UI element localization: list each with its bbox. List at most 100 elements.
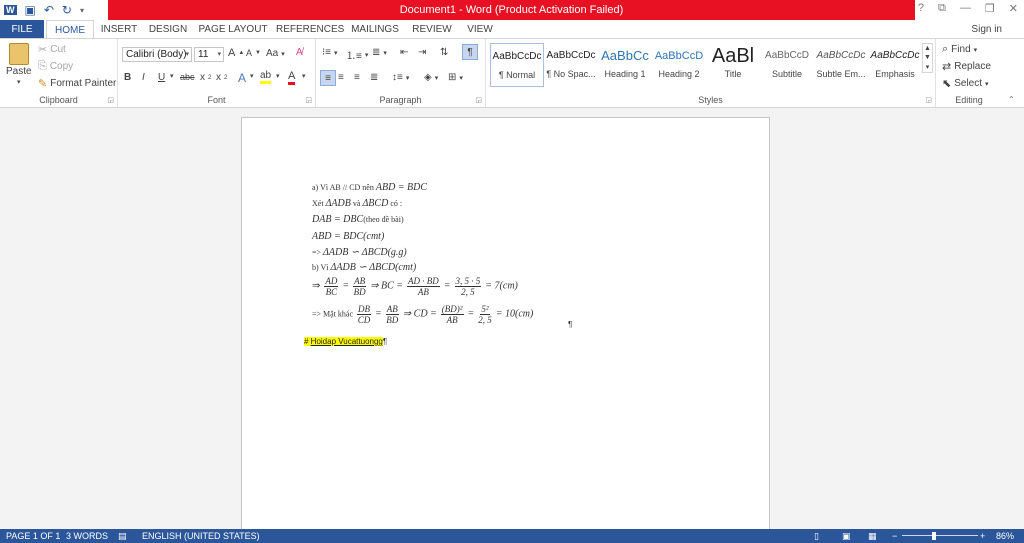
help-icon[interactable]: ?: [918, 2, 924, 15]
numbering-icon[interactable]: ⒈≡ ▾: [346, 47, 368, 62]
zoom-level[interactable]: 86%: [996, 529, 1014, 543]
dialog-launcher-icon[interactable]: ◲: [107, 96, 114, 104]
tab-page-layout[interactable]: PAGE LAYOUT: [198, 20, 268, 39]
customize-qat-icon[interactable]: ▾: [80, 6, 84, 15]
zoom-slider-track[interactable]: [902, 535, 978, 536]
underline-icon[interactable]: U: [158, 72, 165, 83]
italic-icon[interactable]: I: [142, 72, 145, 83]
select-button[interactable]: ⬉ Select ▾: [942, 77, 989, 90]
line-8: => Mặt khác DB CD = AB BD ⇒ CD = (BD)² AB =…: [312, 304, 534, 325]
style-heading-2[interactable]: AaBbCcD Heading 2: [652, 43, 706, 87]
bullets-icon[interactable]: ⁝≡ ▾: [322, 47, 338, 58]
superscript-icon[interactable]: x2: [216, 72, 227, 83]
multilevel-list-icon[interactable]: ≣ ▾: [372, 47, 387, 58]
title-bar: W ▣ ↶ ↻ ▾ Document1 - Word (Product Acti…: [0, 0, 1024, 20]
zoom-in-button[interactable]: +: [980, 529, 985, 543]
tab-references[interactable]: REFERENCES: [276, 20, 344, 39]
highlight-color-icon[interactable]: ab: [260, 70, 272, 84]
bold-icon[interactable]: B: [124, 72, 131, 83]
font-group: Calibri (Body) ▾ 11 ▾ A ▲ A ▼ Aa ▾ A̸ B I U ▾…: [118, 39, 316, 107]
language-indicator[interactable]: ENGLISH (UNITED STATES): [142, 529, 260, 543]
font-name-combo[interactable]: Calibri (Body) ▾: [122, 47, 192, 62]
web-layout-icon[interactable]: ▦: [868, 529, 877, 543]
chevron-up-icon[interactable]: ▲: [924, 45, 931, 52]
strikethrough-icon[interactable]: abc: [180, 72, 195, 82]
tab-home[interactable]: HOME: [46, 20, 94, 39]
dialog-launcher-icon[interactable]: ◲: [925, 96, 932, 104]
paste-icon: [8, 43, 29, 65]
clipboard-group: Paste ▾ ✂ Cut ⎘ Copy ✎ Format Painter Clipb…: [0, 39, 118, 107]
page-count[interactable]: PAGE 1 OF 1: [6, 529, 60, 543]
redo-icon[interactable]: ↻: [62, 3, 72, 17]
decrease-indent-icon[interactable]: ⇤: [400, 47, 408, 58]
chevron-down-icon[interactable]: ▾: [302, 72, 306, 80]
paste-button[interactable]: Paste ▾: [6, 43, 32, 86]
clear-formatting-icon[interactable]: A̸: [296, 47, 303, 58]
restore-icon[interactable]: ❐: [985, 2, 995, 15]
scissors-icon: ✂: [38, 44, 48, 56]
save-icon[interactable]: ▣: [25, 3, 36, 17]
sign-in-link[interactable]: Sign in: [971, 20, 1002, 39]
chevron-down-icon[interactable]: ▾: [276, 72, 280, 80]
close-icon[interactable]: ✕: [1009, 2, 1018, 15]
zoom-out-button[interactable]: −: [892, 529, 897, 543]
shading-icon[interactable]: ◈ ▾: [424, 72, 438, 83]
style-no-spacing[interactable]: AaBbCcDc ¶ No Spac...: [544, 43, 598, 87]
tab-file[interactable]: FILE: [0, 20, 44, 39]
document-page[interactable]: a) Vì AB // CD nên ABD = BDC Xét ΔADB và…: [241, 117, 770, 537]
font-color-icon[interactable]: A: [288, 70, 296, 85]
chevron-down-icon[interactable]: ▾: [250, 72, 254, 80]
borders-icon[interactable]: ⊞ ▾: [448, 72, 463, 83]
clipboard-label: Clipboard: [39, 95, 78, 105]
style-subtle-emphasis[interactable]: AaBbCcDc Subtle Em...: [814, 43, 868, 87]
sort-icon[interactable]: ⇅: [440, 47, 448, 58]
font-label: Font: [207, 95, 226, 105]
minimize-icon[interactable]: —: [960, 2, 971, 15]
find-button[interactable]: ⌕ Find ▾: [942, 43, 977, 56]
line-7: ⇒ AD BC = AB BD ⇒ BC = AD · BD AB = 3, 5 · …: [312, 276, 518, 297]
word-count[interactable]: 3 WORDS: [66, 529, 108, 543]
align-right-icon[interactable]: ≡: [354, 72, 360, 83]
style-normal[interactable]: AaBbCcDc ¶ Normal: [490, 43, 544, 87]
read-mode-icon[interactable]: ▯: [814, 529, 819, 543]
zoom-slider-thumb[interactable]: [932, 532, 936, 540]
styles-scroll[interactable]: ▲ ▼ ▾: [922, 43, 933, 73]
proofing-icon[interactable]: ▤: [118, 529, 127, 543]
show-formatting-marks-icon[interactable]: ¶: [462, 44, 478, 60]
ribbon-display-icon[interactable]: ⧉: [938, 2, 946, 15]
style-title[interactable]: AaBl Title: [706, 43, 760, 87]
dialog-launcher-icon[interactable]: ◲: [305, 96, 312, 104]
tab-design[interactable]: DESIGN: [146, 20, 190, 39]
shrink-font-icon[interactable]: A ▼: [246, 48, 261, 58]
style-subtitle[interactable]: AaBbCcD Subtitle: [760, 43, 814, 87]
change-case-button[interactable]: Aa ▾: [266, 48, 285, 59]
brush-icon: ✎: [38, 78, 48, 90]
grow-font-icon[interactable]: A ▲: [228, 47, 244, 59]
cut-button[interactable]: ✂ Cut: [38, 43, 66, 56]
align-left-icon[interactable]: ≡: [320, 70, 336, 86]
collapse-ribbon-icon[interactable]: ⌃: [1008, 95, 1015, 104]
more-styles-icon[interactable]: ▾: [926, 63, 930, 71]
align-center-icon[interactable]: ≡: [338, 72, 344, 83]
subscript-icon[interactable]: x2: [200, 72, 211, 83]
justify-icon[interactable]: ≣: [370, 72, 378, 83]
chevron-down-icon[interactable]: ▼: [924, 54, 931, 61]
font-size-combo[interactable]: 11 ▾: [194, 47, 224, 62]
replace-button[interactable]: ⇄ Replace: [942, 60, 991, 73]
print-layout-icon[interactable]: ▣: [842, 529, 851, 543]
format-painter-button[interactable]: ✎ Format Painter: [38, 77, 116, 90]
dialog-launcher-icon[interactable]: ◲: [475, 96, 482, 104]
tab-mailings[interactable]: MAILINGS: [348, 20, 402, 39]
quick-access-toolbar: W ▣ ↶ ↻ ▾: [4, 2, 84, 18]
chevron-down-icon[interactable]: ▾: [170, 72, 174, 80]
copy-button[interactable]: ⎘ Copy: [38, 60, 73, 73]
tab-review[interactable]: REVIEW: [410, 20, 454, 39]
increase-indent-icon[interactable]: ⇥: [418, 47, 426, 58]
line-spacing-icon[interactable]: ↕≡ ▾: [392, 72, 409, 83]
style-heading-1[interactable]: AaBbCc Heading 1: [598, 43, 652, 87]
text-effects-icon[interactable]: A: [238, 71, 246, 85]
tab-insert[interactable]: INSERT: [98, 20, 140, 39]
style-emphasis[interactable]: AaBbCcDc Emphasis: [868, 43, 922, 87]
tab-view[interactable]: VIEW: [462, 20, 498, 39]
undo-icon[interactable]: ↶: [44, 3, 54, 17]
